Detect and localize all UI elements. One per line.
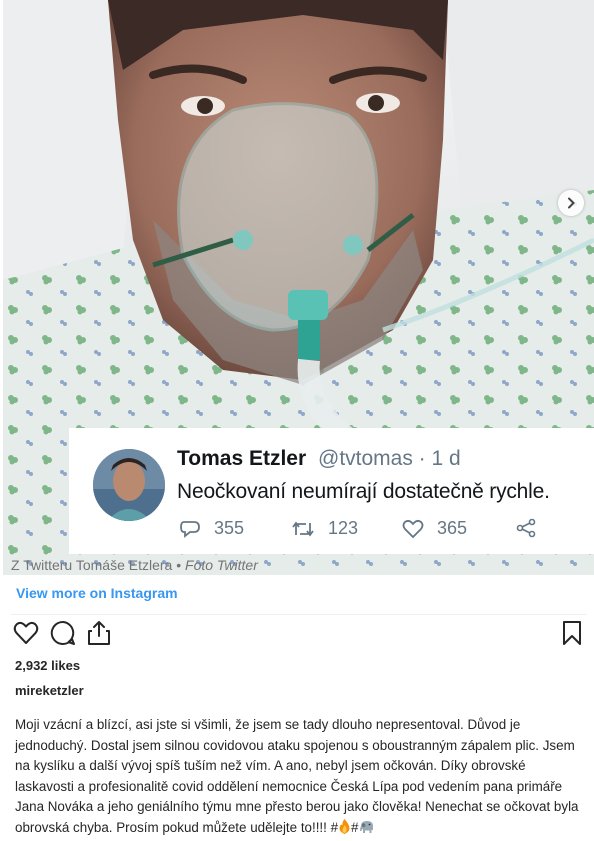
tweet-author-handle: @tvtomas · 1 d xyxy=(318,447,461,470)
view-more-on-instagram-link[interactable]: View more on Instagram xyxy=(16,585,178,601)
share-button[interactable] xyxy=(86,620,112,646)
photo-caption: Z Twitteru Tomáše Etzlera • Foto Twitter xyxy=(11,557,258,573)
post-username[interactable]: mireketzler xyxy=(15,683,84,698)
tweet-retweet-count: 123 xyxy=(328,518,359,538)
tweet-retweet-action: 123 xyxy=(291,518,358,539)
tweet-avatar xyxy=(93,449,165,521)
likes-count: 2,932 likes xyxy=(15,658,81,673)
tweet-like-count: 365 xyxy=(437,518,468,538)
next-photo-button[interactable] xyxy=(558,190,584,216)
tweet-author-name: Tomas Etzler xyxy=(177,447,307,470)
caption-source: Z Twitteru Tomáše Etzlera • xyxy=(11,557,186,573)
reply-icon xyxy=(180,520,200,538)
avatar-image xyxy=(93,449,165,521)
heart-icon xyxy=(13,621,39,644)
post-actions-bar xyxy=(3,620,594,650)
tweet-share-action xyxy=(515,518,550,538)
caption-credit: Foto Twitter xyxy=(185,557,258,573)
heart-icon xyxy=(402,519,424,538)
embedded-tweet: Tomas Etzler @tvtomas · 1 d Neočkovaní n… xyxy=(69,428,594,554)
bookmark-icon xyxy=(563,621,581,645)
tweet-reply-action: 355 xyxy=(179,518,244,539)
elephant-icon xyxy=(359,820,373,833)
chevron-right-icon xyxy=(568,197,575,209)
save-button[interactable] xyxy=(559,620,585,646)
fire-icon xyxy=(339,818,350,834)
tweet-text: Neočkovaní neumírají dostatečně rychle. xyxy=(177,480,550,503)
post-photo[interactable]: Tomas Etzler @tvtomas · 1 d Neočkovaní n… xyxy=(3,0,594,575)
tweet-like-action: 365 xyxy=(402,518,467,539)
post-caption-text: Moji vzácní a blízcí, asi jste si všimli… xyxy=(15,715,585,841)
like-button[interactable] xyxy=(13,620,39,646)
comment-icon xyxy=(50,620,75,645)
tweet-reply-count: 355 xyxy=(214,518,245,538)
comment-button[interactable] xyxy=(50,620,76,646)
share-nodes-icon xyxy=(516,518,536,538)
fire-emoji xyxy=(338,818,351,841)
instagram-post: Tomas Etzler @tvtomas · 1 d Neočkovaní n… xyxy=(3,0,594,835)
elephant-emoji xyxy=(359,820,375,841)
post-caption-main: Moji vzácní a blízcí, asi jste si všimli… xyxy=(15,717,579,835)
share-icon xyxy=(88,621,110,645)
retweet-icon xyxy=(292,521,314,536)
divider xyxy=(11,614,586,615)
